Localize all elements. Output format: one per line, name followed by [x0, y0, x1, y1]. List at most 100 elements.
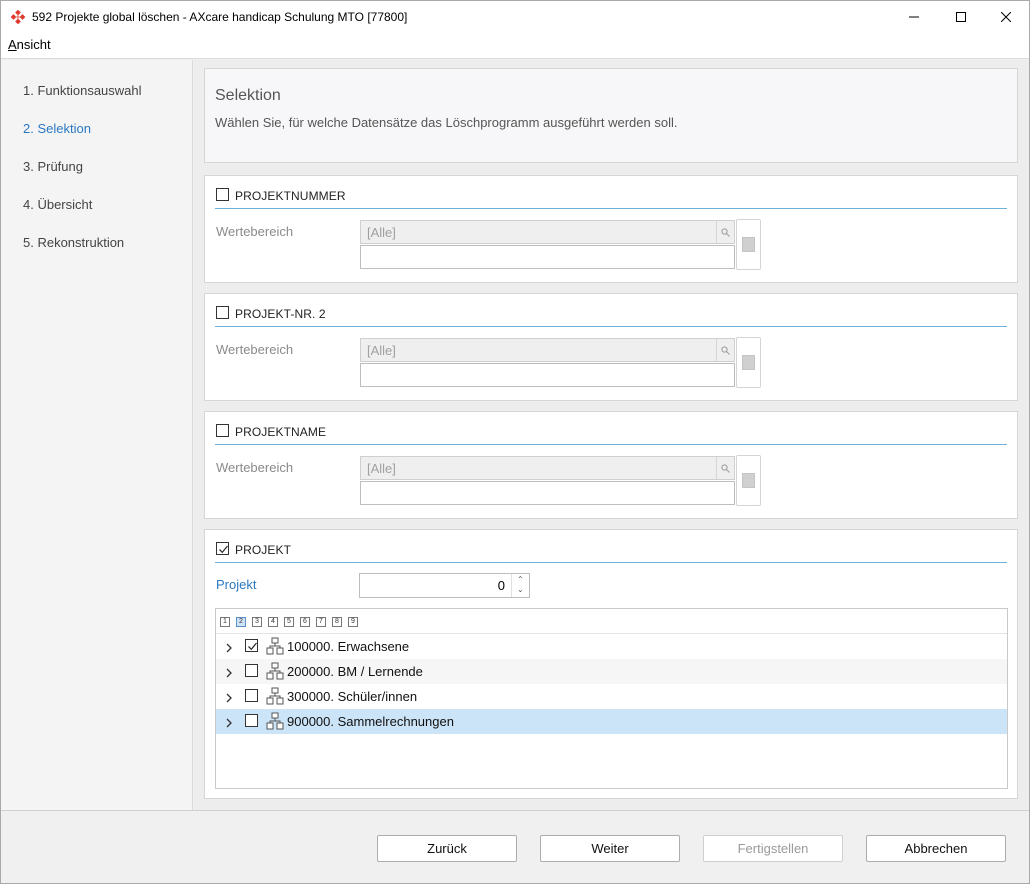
step-rekonstruktion[interactable]: 5. Rekonstruktion — [23, 235, 124, 250]
level-button-7[interactable]: 7 — [316, 617, 326, 627]
projekt-nr2-range-label: Wertebereich — [216, 342, 294, 357]
level-button-6[interactable]: 6 — [300, 617, 310, 627]
tree-row-checkbox[interactable] — [245, 664, 258, 677]
level-button-3[interactable]: 3 — [252, 617, 262, 627]
section-divider — [215, 208, 1007, 209]
chevron-right-icon[interactable] — [225, 716, 233, 731]
level-button-9[interactable]: 9 — [348, 617, 358, 627]
tree-level-bar: 1 2 3 4 5 6 7 8 9 — [216, 609, 1007, 634]
org-structure-icon — [266, 637, 284, 658]
level-button-1[interactable]: 1 — [220, 617, 230, 627]
section-projektname: PROJEKTNAME Wertebereich [Alle] — [204, 411, 1018, 519]
section-divider — [215, 326, 1007, 327]
projektnummer-range-field: [Alle] — [360, 220, 735, 244]
search-icon — [716, 221, 734, 243]
wizard-steps-sidebar: 1. Funktionsauswahl 2. Selektion 3. Prüf… — [1, 60, 193, 810]
selection-header: Selektion Wählen Sie, für welche Datensä… — [204, 68, 1018, 163]
app-logo-icon — [10, 9, 26, 25]
section-projekt: PROJEKT Projekt 0 ⌃ ⌄ 1 2 3 4 5 6 7 8 9 … — [204, 529, 1018, 799]
tree-row[interactable]: 200000. BM / Lernende — [216, 659, 1007, 684]
tree-row[interactable]: 300000. Schüler/innen — [216, 684, 1007, 709]
chevron-right-icon[interactable] — [225, 691, 233, 706]
step-funktionsauswahl[interactable]: 1. Funktionsauswahl — [23, 83, 142, 98]
list-icon — [742, 237, 755, 252]
projekt-nr2-list-button[interactable] — [736, 337, 761, 388]
window-title: 592 Projekte global löschen - AXcare han… — [32, 10, 408, 24]
projektnummer-label: PROJEKTNUMMER — [235, 189, 346, 203]
projekt-tree: 1 2 3 4 5 6 7 8 9 100000. Erwachsene 200… — [215, 608, 1008, 789]
wizard-footer: Zurück Weiter Fertigstellen Abbrechen — [1, 810, 1029, 883]
projekt-label: PROJEKT — [235, 543, 292, 557]
tree-row[interactable]: 100000. Erwachsene — [216, 634, 1007, 659]
cancel-button[interactable]: Abbrechen — [866, 835, 1006, 862]
level-button-5[interactable]: 5 — [284, 617, 294, 627]
section-divider — [215, 562, 1007, 563]
chevron-right-icon[interactable] — [225, 666, 233, 681]
chevron-right-icon[interactable] — [225, 641, 233, 656]
close-icon — [1001, 11, 1011, 22]
search-icon — [716, 339, 734, 361]
menu-ansicht-label: nsicht — [16, 37, 51, 52]
projekt-field-label: Projekt — [216, 577, 257, 592]
page-title: Selektion — [215, 87, 281, 104]
menu-bar: Ansicht — [1, 32, 1029, 59]
range-placeholder: [Alle] — [367, 343, 396, 358]
projektnummer-range-input[interactable] — [360, 245, 735, 269]
org-structure-icon — [266, 712, 284, 733]
level-button-8[interactable]: 8 — [332, 617, 342, 627]
title-bar: 592 Projekte global löschen - AXcare han… — [1, 1, 1029, 32]
page-subtitle: Wählen Sie, für welche Datensätze das Lö… — [215, 115, 678, 130]
projektname-label: PROJEKTNAME — [235, 425, 327, 439]
step-pruefung[interactable]: 3. Prüfung — [23, 159, 83, 174]
org-structure-icon — [266, 687, 284, 708]
maximize-button[interactable] — [938, 1, 984, 32]
list-icon — [742, 355, 755, 370]
projektname-range-label: Wertebereich — [216, 460, 294, 475]
search-icon — [716, 457, 734, 479]
chevron-up-icon[interactable]: ⌃ — [517, 575, 524, 584]
projekt-count-value: 0 — [497, 578, 505, 593]
stepper-arrows: ⌃ ⌄ — [511, 574, 529, 597]
maximize-icon — [956, 11, 966, 22]
back-button[interactable]: Zurück — [377, 835, 517, 862]
projektname-range-input[interactable] — [360, 481, 735, 505]
tree-row-checkbox[interactable] — [245, 714, 258, 727]
projekt-checkbox[interactable] — [216, 542, 229, 555]
projekt-nr2-range-field: [Alle] — [360, 338, 735, 362]
tree-row-label: 100000. Erwachsene — [287, 639, 410, 654]
projektname-list-button[interactable] — [736, 455, 761, 506]
tree-row-label: 300000. Schüler/innen — [287, 689, 418, 704]
finish-button[interactable]: Fertigstellen — [703, 835, 843, 862]
projekt-nr2-range-input[interactable] — [360, 363, 735, 387]
tree-row-checkbox[interactable] — [245, 639, 258, 652]
minimize-button[interactable] — [891, 1, 937, 32]
menu-ansicht[interactable]: Ansicht — [8, 37, 51, 52]
minimize-icon — [909, 16, 919, 17]
projektnummer-range-label: Wertebereich — [216, 224, 294, 239]
level-button-4[interactable]: 4 — [268, 617, 278, 627]
section-projektnummer: PROJEKTNUMMER Wertebereich [Alle] — [204, 175, 1018, 283]
content-area: Selektion Wählen Sie, für welche Datensä… — [194, 60, 1029, 810]
close-button[interactable] — [983, 1, 1029, 32]
step-uebersicht[interactable]: 4. Übersicht — [23, 197, 92, 212]
tree-row[interactable]: 900000. Sammelrechnungen — [216, 709, 1007, 734]
tree-row-checkbox[interactable] — [245, 689, 258, 702]
step-selektion[interactable]: 2. Selektion — [23, 121, 91, 136]
tree-row-label: 900000. Sammelrechnungen — [287, 714, 454, 729]
org-structure-icon — [266, 662, 284, 683]
projektnummer-list-button[interactable] — [736, 219, 761, 270]
projektname-checkbox[interactable] — [216, 424, 229, 437]
projekt-nr2-label: PROJEKT-NR. 2 — [235, 307, 326, 321]
next-button[interactable]: Weiter — [540, 835, 680, 862]
projektnummer-checkbox[interactable] — [216, 188, 229, 201]
checkmark-icon — [248, 642, 258, 651]
section-projekt-nr2: PROJEKT-NR. 2 Wertebereich [Alle] — [204, 293, 1018, 401]
projekt-nr2-checkbox[interactable] — [216, 306, 229, 319]
projektname-range-field: [Alle] — [360, 456, 735, 480]
chevron-down-icon[interactable]: ⌄ — [517, 585, 524, 594]
list-icon — [742, 473, 755, 488]
level-button-2[interactable]: 2 — [236, 617, 246, 627]
section-divider — [215, 444, 1007, 445]
projekt-count-stepper[interactable]: 0 ⌃ ⌄ — [359, 573, 530, 598]
checkmark-icon — [219, 545, 229, 554]
